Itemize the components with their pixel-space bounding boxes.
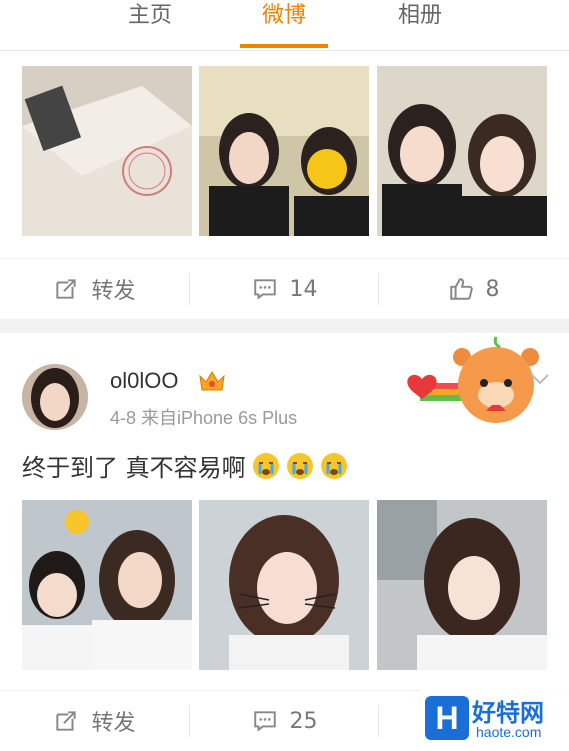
active-tab-indicator xyxy=(240,44,328,48)
post2-comment-button[interactable]: 25 xyxy=(190,691,379,751)
tab-weibo[interactable]: 微博 xyxy=(234,0,334,50)
watermark-title: 好特网 xyxy=(472,699,544,727)
like-count: 8 xyxy=(485,276,500,302)
comment-icon xyxy=(253,279,276,300)
crying-emoji-icon xyxy=(252,452,279,479)
user-avatar[interactable] xyxy=(22,364,88,430)
post1-comment-button[interactable]: 14 xyxy=(190,259,379,319)
repost-label: 转发 xyxy=(91,279,136,304)
vip-crown-icon[interactable] xyxy=(198,368,226,394)
tab-home[interactable]: 主页 xyxy=(100,0,200,50)
post1-image-3[interactable] xyxy=(377,66,547,236)
bear-sticker-icon xyxy=(407,336,539,423)
post-meta: 4-8 来自iPhone 6s Plus xyxy=(110,408,298,428)
watermark-url: haote.com xyxy=(476,724,542,740)
post-text-content: 终于到了 真不容易啊 xyxy=(22,454,246,482)
divider xyxy=(378,705,379,737)
repost-icon xyxy=(56,279,77,299)
thumbs-up-icon xyxy=(449,278,473,300)
post-text: 终于到了 真不容易啊 xyxy=(22,448,348,483)
comment-icon xyxy=(253,711,276,732)
post1-repost-button[interactable]: 转发 xyxy=(0,259,189,319)
crying-emoji-icon xyxy=(286,452,313,479)
repost-icon xyxy=(56,711,77,731)
post1-image-1[interactable] xyxy=(22,66,192,236)
repost-label: 转发 xyxy=(91,711,136,736)
post-card-1: 转发 14 8 xyxy=(0,51,569,319)
watermark-logo: H xyxy=(425,696,469,740)
comment-count: 25 xyxy=(289,708,318,734)
comment-count: 14 xyxy=(289,276,318,302)
profile-tab-bar: 主页 微博 相册 xyxy=(0,0,569,51)
post2-image-2[interactable] xyxy=(199,500,369,670)
chevron-down-icon[interactable] xyxy=(530,372,550,386)
post2-image-1[interactable] xyxy=(22,500,192,670)
post1-image-2[interactable] xyxy=(199,66,369,236)
crying-emoji-icon xyxy=(320,452,347,479)
post1-action-bar: 转发 14 8 xyxy=(0,258,569,319)
username[interactable]: ol0lOO xyxy=(110,368,178,394)
post2-repost-button[interactable]: 转发 xyxy=(0,691,189,751)
post1-like-button[interactable]: 8 xyxy=(379,259,568,319)
tab-album[interactable]: 相册 xyxy=(370,0,470,50)
post2-image-3[interactable] xyxy=(377,500,547,670)
